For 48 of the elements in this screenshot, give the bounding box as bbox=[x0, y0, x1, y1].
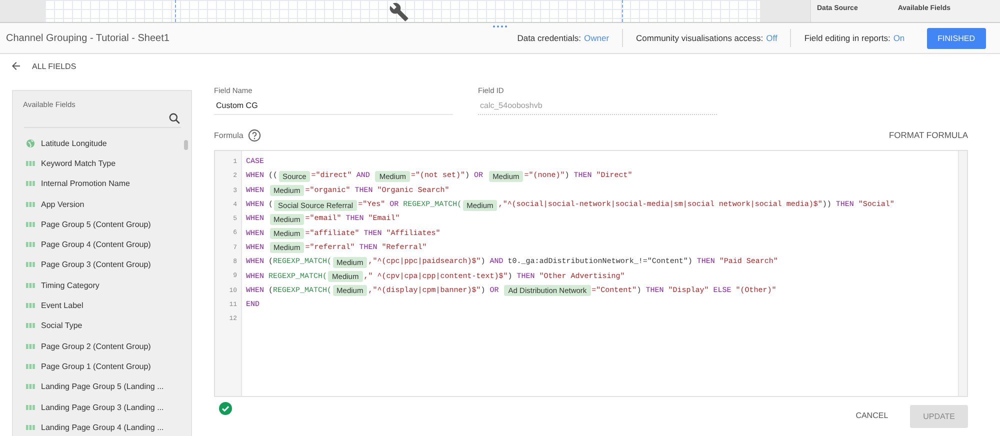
field-item[interactable]: Page Group 3 (Content Group) bbox=[13, 254, 191, 276]
field-item[interactable]: Page Group 2 (Content Group) bbox=[13, 336, 191, 356]
field-item[interactable]: Latitude Longitude bbox=[13, 133, 191, 154]
field-item[interactable]: Landing Page Group 5 (Landing ... bbox=[13, 376, 191, 397]
field-item[interactable]: Landing Page Group 4 (Landing ... bbox=[13, 417, 191, 436]
search-icon[interactable] bbox=[168, 112, 181, 124]
report-title: Channel Grouping - Tutorial - Sheet1 bbox=[6, 32, 170, 44]
format-formula-button[interactable]: FORMAT FORMULA bbox=[888, 130, 968, 140]
text-type-icon bbox=[26, 242, 35, 248]
finished-button[interactable]: FINISHED bbox=[926, 28, 986, 48]
text-type-icon bbox=[26, 404, 35, 410]
text-type-icon bbox=[26, 303, 35, 308]
field-item[interactable]: Page Group 1 (Content Group) bbox=[13, 356, 191, 377]
field-name-input[interactable]: Custom CG bbox=[214, 99, 453, 115]
cancel-button[interactable]: CANCEL bbox=[846, 405, 898, 426]
back-arrow-icon[interactable] bbox=[10, 60, 22, 72]
setting-label: Community visualisations access: bbox=[636, 33, 764, 43]
scrollbar[interactable] bbox=[958, 151, 967, 396]
text-type-icon bbox=[26, 364, 35, 369]
text-type-icon bbox=[26, 384, 35, 390]
scrollbar-thumb[interactable] bbox=[184, 140, 188, 150]
field-item[interactable]: Internal Promotion Name bbox=[13, 174, 191, 194]
field-item[interactable]: Social Type bbox=[13, 316, 191, 336]
all-fields-link[interactable]: ALL FIELDS bbox=[32, 62, 76, 70]
text-type-icon bbox=[26, 181, 35, 186]
wrench-icon bbox=[389, 2, 409, 22]
text-type-icon bbox=[26, 282, 35, 288]
setting-label: Field editing in reports: bbox=[804, 33, 890, 43]
globe-icon bbox=[26, 138, 35, 148]
field-item[interactable]: Keyword Match Type bbox=[13, 153, 191, 174]
field-item[interactable]: Event Label bbox=[13, 295, 191, 316]
text-type-icon bbox=[26, 160, 35, 166]
field-item[interactable]: App Version bbox=[13, 194, 191, 214]
text-type-icon bbox=[26, 424, 35, 430]
field-item[interactable]: Page Group 5 (Content Group) bbox=[13, 214, 191, 234]
setting-label: Data credentials: bbox=[517, 33, 581, 43]
text-type-icon bbox=[26, 344, 35, 349]
help-icon[interactable] bbox=[248, 128, 262, 142]
formula-label: Formula bbox=[214, 130, 244, 140]
text-type-icon bbox=[26, 202, 35, 207]
field-item[interactable]: Timing Category bbox=[13, 275, 191, 296]
field-item[interactable]: Page Group 4 (Content Group) bbox=[13, 234, 191, 255]
formula-editor[interactable] bbox=[214, 150, 968, 397]
text-type-icon bbox=[26, 262, 35, 268]
text-type-icon bbox=[26, 222, 35, 227]
text-type-icon bbox=[26, 323, 35, 328]
drag-handle-icon[interactable] bbox=[493, 25, 507, 28]
field-item[interactable]: Landing Page Group 3 (Landing ... bbox=[13, 396, 191, 418]
